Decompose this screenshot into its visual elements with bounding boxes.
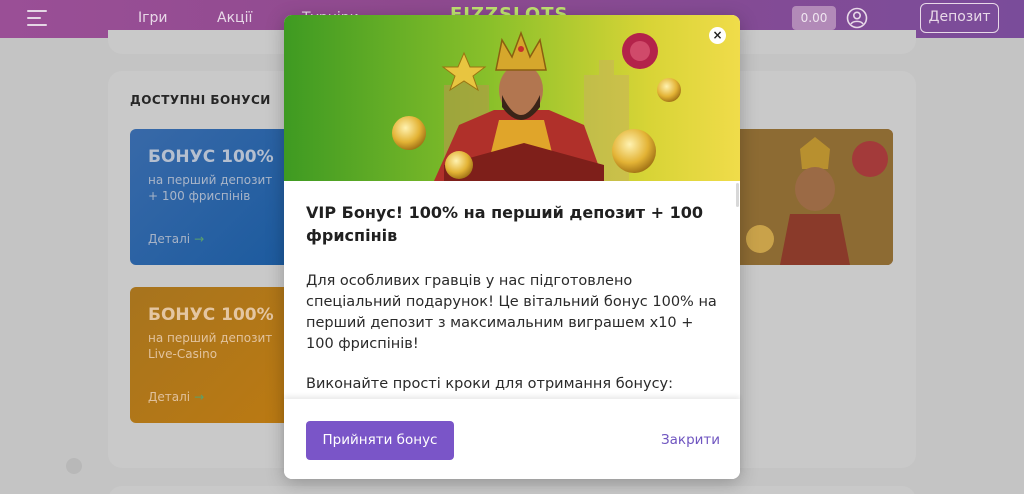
details-link[interactable]: Деталі →	[148, 232, 204, 246]
sultan-hero-illustration	[284, 15, 740, 181]
bonus-card-title: БОНУС 100%	[148, 147, 274, 167]
arrow-right-icon: →	[194, 390, 205, 404]
chat-icon[interactable]	[66, 458, 82, 474]
next-panel	[108, 486, 916, 494]
user-icon[interactable]	[846, 7, 868, 29]
scrollbar[interactable]	[736, 183, 739, 207]
bonus-card[interactable]: БОНУС 100% на перший депозит + 100 фрисп…	[130, 129, 300, 265]
section-title: ДОСТУПНІ БОНУСИ	[130, 93, 271, 107]
bonus-card[interactable]: БОНУС 100% на перший депозит Live-Casino…	[130, 287, 300, 423]
deposit-button[interactable]: Депозит	[920, 3, 999, 33]
close-icon[interactable]: ×	[709, 27, 726, 44]
accept-bonus-button[interactable]: Прийняти бонус	[306, 421, 454, 460]
modal-hero-image: ×	[284, 15, 740, 181]
menu-icon[interactable]	[27, 10, 47, 26]
bonus-card-artwork[interactable]	[740, 129, 893, 265]
balance-display: 0.00	[792, 6, 836, 30]
arrow-right-icon: →	[194, 232, 205, 246]
details-link[interactable]: Деталі →	[148, 390, 204, 404]
modal-title: VIP Бонус! 100% на перший депозит + 100 …	[306, 203, 703, 245]
modal-steps-intro: Виконайте прості кроки для отримання бон…	[306, 376, 674, 392]
bonus-card-title: БОНУС 100%	[148, 305, 274, 325]
sultan-illustration	[740, 129, 893, 265]
bonus-card-subtitle: на перший депозит Live-Casino	[148, 331, 273, 361]
modal-description: Для особливих гравців у нас підготовлено…	[306, 273, 717, 352]
close-modal-link[interactable]: Закрити	[661, 432, 720, 448]
nav-promotions[interactable]: Акції	[217, 10, 252, 26]
nav-games[interactable]: Ігри	[138, 10, 167, 26]
bonus-card-subtitle: на перший депозит + 100 фриспінів	[148, 173, 273, 203]
